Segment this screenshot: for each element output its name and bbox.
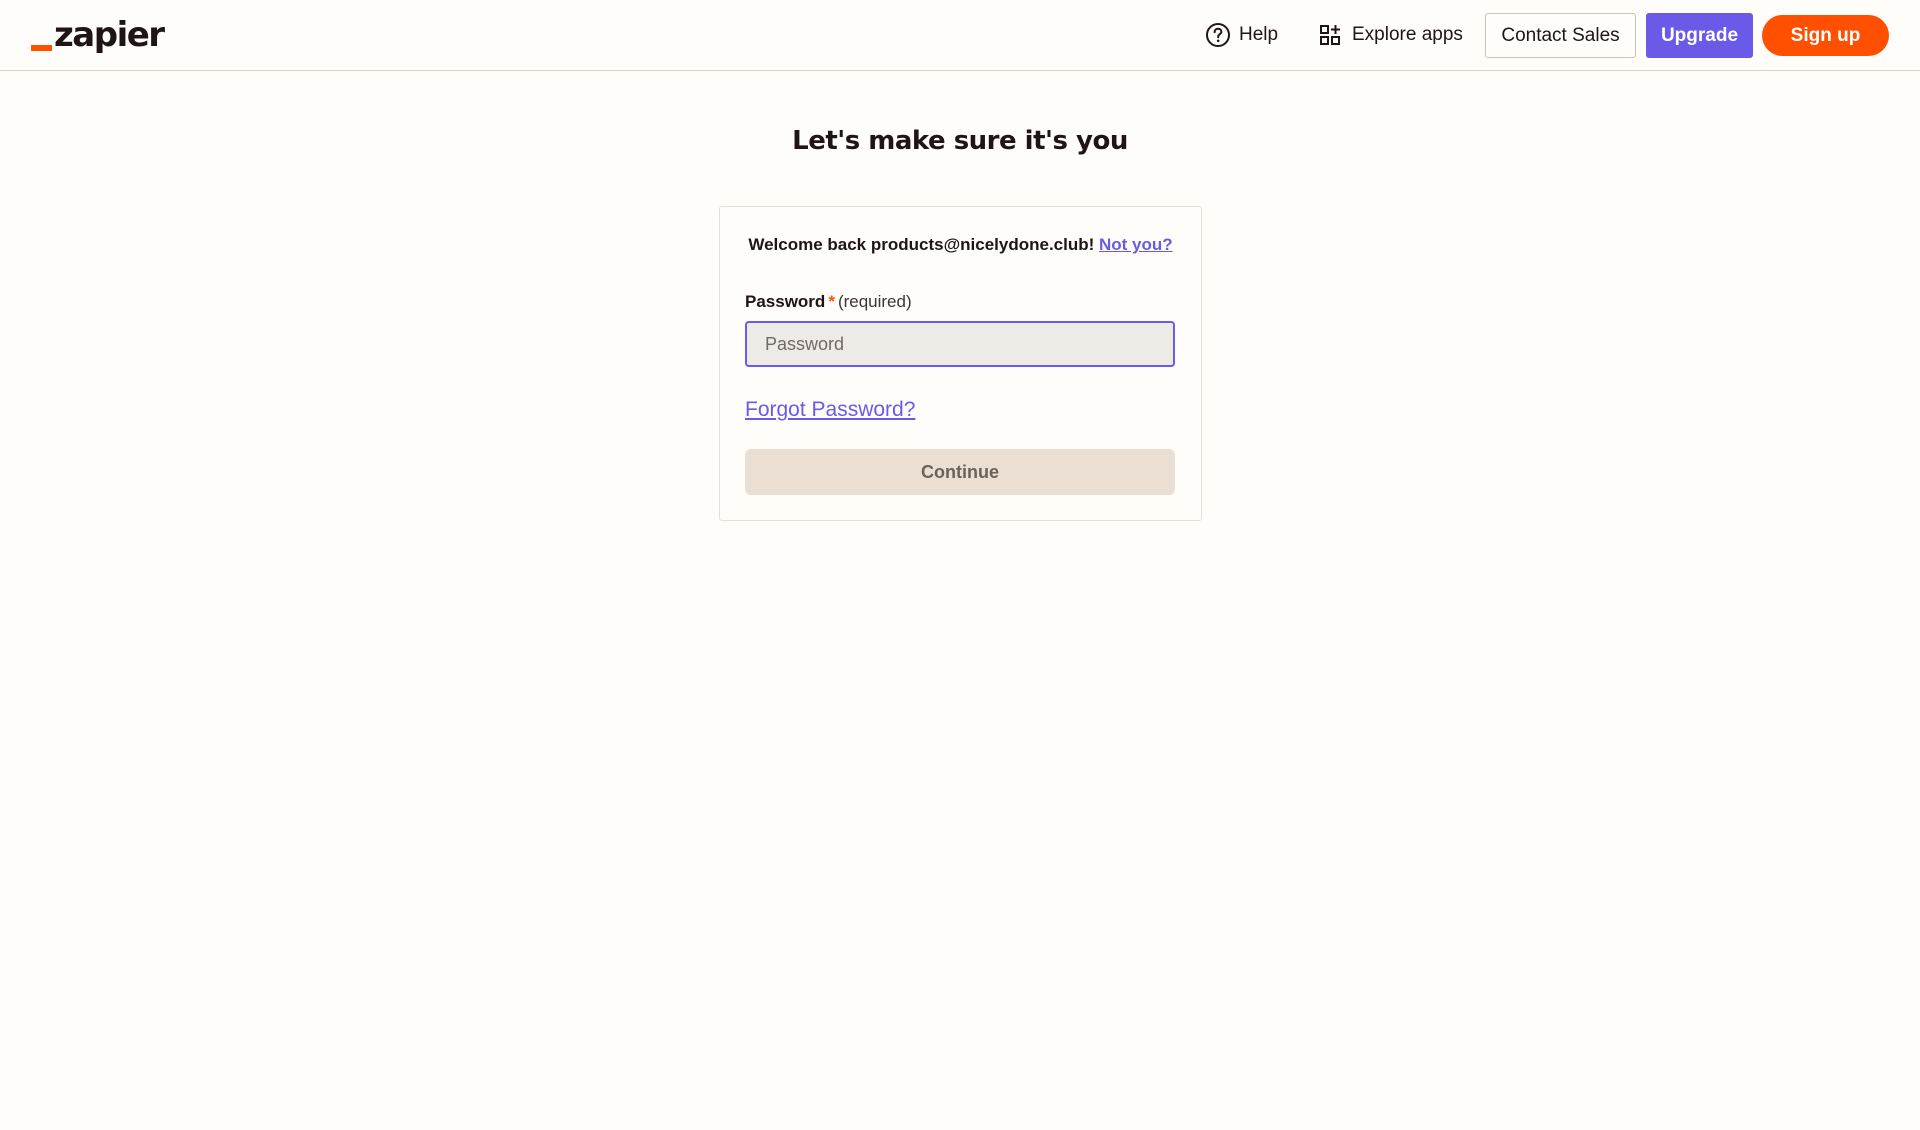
question-circle-icon	[1205, 22, 1231, 48]
required-asterisk: *	[828, 292, 835, 311]
page-title: Let's make sure it's you	[792, 126, 1128, 156]
password-label: Password * (required)	[745, 292, 912, 312]
top-header: zapier Help Explore apps Contact Sales U…	[0, 0, 1920, 71]
password-label-text: Password	[745, 292, 826, 311]
logo-wordmark: zapier	[54, 15, 165, 55]
continue-button[interactable]: Continue	[745, 449, 1175, 495]
sign-up-button[interactable]: Sign up	[1762, 15, 1889, 56]
password-input[interactable]	[745, 321, 1175, 367]
help-label: Help	[1239, 24, 1279, 45]
forgot-password-link[interactable]: Forgot Password?	[745, 398, 915, 422]
help-link[interactable]: Help	[1205, 14, 1278, 56]
upgrade-button[interactable]: Upgrade	[1646, 13, 1753, 58]
login-card: Welcome back products@nicelydone.club! N…	[719, 206, 1202, 521]
contact-sales-button[interactable]: Contact Sales	[1485, 13, 1636, 58]
not-you-link[interactable]: Not you?	[1099, 235, 1173, 254]
zapier-logo[interactable]: zapier	[31, 14, 165, 56]
apps-grid-icon	[1318, 22, 1344, 48]
welcome-message: Welcome back products@nicelydone.club! N…	[720, 235, 1201, 255]
explore-apps-link[interactable]: Explore apps	[1318, 14, 1463, 56]
welcome-text: Welcome back products@nicelydone.club!	[748, 235, 1095, 254]
logo-underscore-mark	[31, 45, 52, 51]
explore-apps-label: Explore apps	[1352, 24, 1463, 45]
required-text: (required)	[837, 292, 912, 311]
